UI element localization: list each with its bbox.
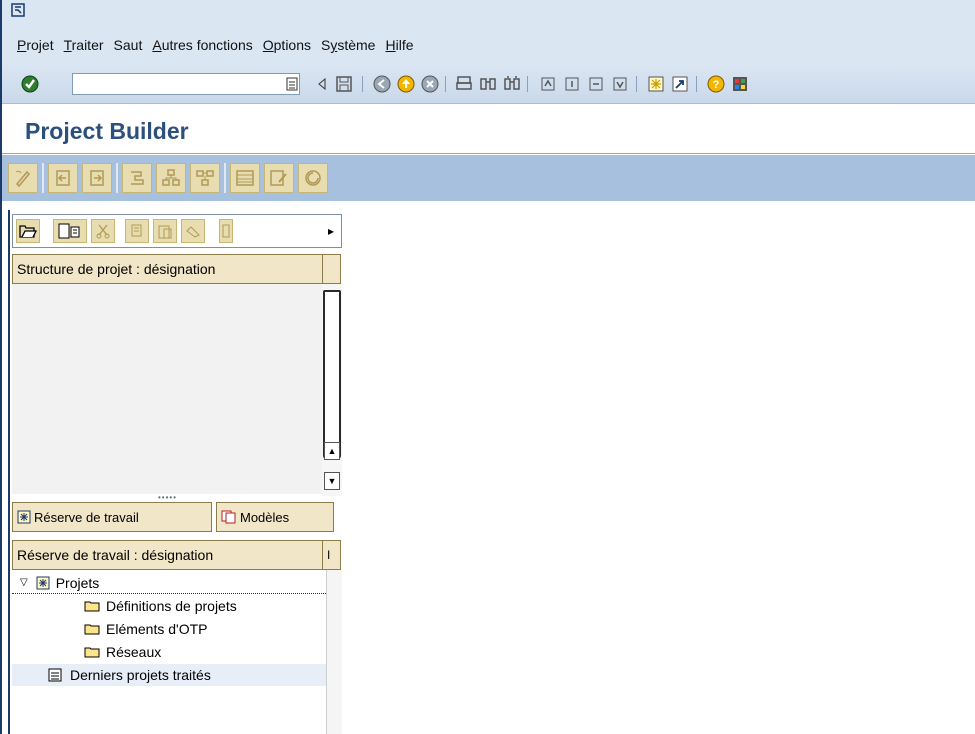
standard-toolbar: ? xyxy=(2,64,975,104)
menu-traiter[interactable]: Traiter xyxy=(64,37,104,53)
folder-icon xyxy=(84,601,100,612)
scroll-up-icon[interactable]: ▲ xyxy=(324,442,340,460)
folder-icon xyxy=(84,647,100,658)
menu-bar: Projet Traiter Saut Autres fonctions Opt… xyxy=(2,0,975,64)
command-history-icon[interactable] xyxy=(282,74,302,94)
more-icon[interactable] xyxy=(219,219,233,243)
panel-toolbar: ▸ xyxy=(12,214,342,248)
worklist-scrollbar[interactable] xyxy=(326,570,342,734)
hierarchy-icon[interactable] xyxy=(122,163,152,193)
tree-node-last-projects[interactable]: Derniers projets traités xyxy=(12,664,328,686)
last-page-icon[interactable] xyxy=(610,74,630,94)
first-page-icon[interactable] xyxy=(538,74,558,94)
tab-templates[interactable]: Modèles xyxy=(216,502,334,532)
move-right-icon[interactable] xyxy=(82,163,112,193)
tree-node-label: Projets xyxy=(55,574,100,591)
print-icon[interactable] xyxy=(454,74,474,94)
title-divider xyxy=(2,153,975,154)
worklist-overview-icon[interactable] xyxy=(230,163,260,193)
cancel-icon[interactable] xyxy=(420,74,440,94)
paste-icon[interactable] xyxy=(153,219,177,243)
page-title: Project Builder xyxy=(25,118,189,144)
panel-tabs: Réserve de travail Modèles xyxy=(12,500,342,532)
structure-header-end xyxy=(323,254,341,284)
mass-change-icon[interactable] xyxy=(264,163,294,193)
expand-toggle-icon[interactable]: ▽ xyxy=(20,577,28,588)
create-icon[interactable] xyxy=(53,219,87,243)
application-toolbar xyxy=(2,155,975,201)
navigation-panel: ▸ Structure de projet : désignation ▲ ▼ … xyxy=(8,210,342,734)
cut-icon[interactable] xyxy=(91,219,115,243)
structure-scroll-thumb[interactable] xyxy=(323,290,341,458)
tree-node-label: Définitions de projets xyxy=(106,598,237,614)
enter-check-icon[interactable] xyxy=(20,74,40,94)
find-icon[interactable] xyxy=(478,74,498,94)
graphic-icon[interactable] xyxy=(156,163,186,193)
worklist-node-icon xyxy=(36,576,50,589)
collapse-left-icon[interactable] xyxy=(312,74,332,94)
tree-node-wbs-elements[interactable]: Eléments d'OTP xyxy=(84,618,208,640)
structure-tree[interactable] xyxy=(12,284,322,494)
next-page-icon[interactable] xyxy=(586,74,606,94)
menu-autres-fonctions[interactable]: Autres fonctions xyxy=(152,37,252,53)
open-folder-icon[interactable] xyxy=(16,219,40,243)
menu-projet[interactable]: Projet xyxy=(17,37,54,53)
new-session-icon[interactable] xyxy=(646,74,666,94)
menu-systeme[interactable]: Système xyxy=(321,37,375,53)
menu-options[interactable]: Options xyxy=(263,37,311,53)
tree-node-label: Derniers projets traités xyxy=(70,667,211,683)
toolbar-scroll-right-icon[interactable]: ▸ xyxy=(323,219,339,243)
tree-node-label: Eléments d'OTP xyxy=(106,621,208,637)
exit-icon[interactable] xyxy=(396,74,416,94)
menu-hilfe[interactable]: Hilfe xyxy=(385,37,413,53)
network-icon[interactable] xyxy=(190,163,220,193)
change-display-icon[interactable] xyxy=(8,163,38,193)
shortcut-icon[interactable] xyxy=(670,74,690,94)
structure-header[interactable]: Structure de projet : désignation xyxy=(12,254,323,284)
document-icon xyxy=(48,668,62,682)
worklist-header-end: I xyxy=(323,540,341,570)
tree-node-networks[interactable]: Réseaux xyxy=(84,641,161,663)
undo-icon[interactable] xyxy=(181,219,205,243)
copy-icon[interactable] xyxy=(125,219,149,243)
tree-node-projets[interactable]: ▽ Projets xyxy=(12,572,342,594)
scroll-down-icon[interactable]: ▼ xyxy=(324,472,340,490)
previous-page-icon[interactable] xyxy=(562,74,582,94)
move-left-icon[interactable] xyxy=(48,163,78,193)
tab-worklist-label: Réserve de travail xyxy=(34,509,139,525)
tree-node-project-definitions[interactable]: Définitions de projets xyxy=(84,595,237,617)
back-icon[interactable] xyxy=(372,74,392,94)
worklist-icon xyxy=(17,510,31,524)
system-menu-icon[interactable] xyxy=(11,3,25,17)
folder-icon xyxy=(84,624,100,635)
help-icon[interactable]: ? xyxy=(706,74,726,94)
worklist-tree: ▽ Projets Définitions de projets Elément… xyxy=(12,570,342,734)
command-field[interactable] xyxy=(72,73,300,95)
save-icon[interactable] xyxy=(334,74,354,94)
tree-node-label: Réseaux xyxy=(106,644,162,660)
layout-menu-icon[interactable] xyxy=(730,74,750,94)
svg-text:?: ? xyxy=(713,79,720,91)
find-next-icon[interactable] xyxy=(502,74,522,94)
title-area: Project Builder xyxy=(2,104,975,154)
templates-icon xyxy=(221,510,236,524)
refresh-icon[interactable] xyxy=(298,163,328,193)
menu-saut[interactable]: Saut xyxy=(114,37,143,53)
tab-worklist[interactable]: Réserve de travail xyxy=(12,502,212,532)
tab-templates-label: Modèles xyxy=(240,509,290,525)
worklist-header[interactable]: Réserve de travail : désignation xyxy=(12,540,323,570)
